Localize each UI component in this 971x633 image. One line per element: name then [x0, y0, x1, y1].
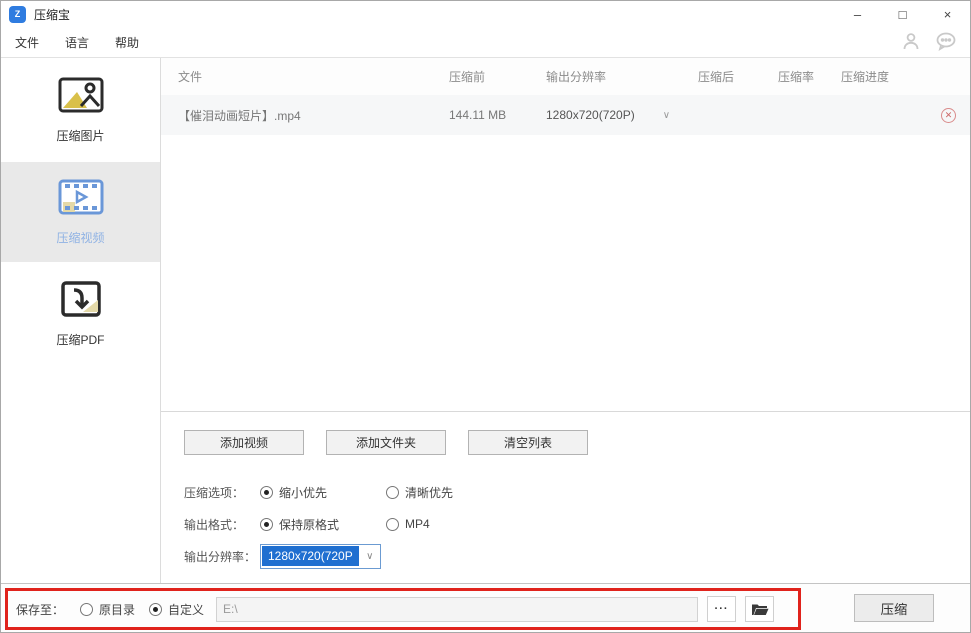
radio-mp4[interactable]: MP4	[386, 517, 430, 531]
radio-custom-directory[interactable]: 自定义	[149, 601, 204, 618]
col-header-size-before: 压缩前	[449, 68, 546, 85]
user-account-icon[interactable]	[900, 30, 922, 52]
radio-mp4-icon	[386, 518, 399, 531]
maximize-button[interactable]: □	[880, 1, 925, 27]
sidebar: 压缩图片 压缩视频	[1, 58, 161, 583]
compress-option-row: 压缩选项： 缩小优先 清晰优先	[184, 480, 970, 504]
radio-original-directory-icon	[80, 603, 93, 616]
minimize-button[interactable]: –	[835, 1, 880, 27]
compress-image-icon	[57, 76, 105, 117]
radio-keep-original-icon	[260, 518, 273, 531]
title-bar: Z 压缩宝 – □ ×	[1, 1, 970, 27]
open-folder-button[interactable]	[745, 596, 774, 622]
app-logo-icon: Z	[9, 6, 26, 23]
radio-original-directory[interactable]: 原目录	[80, 601, 135, 618]
save-path-input[interactable]	[216, 597, 698, 622]
output-resolution-select[interactable]: 1280x720(720P ∨	[260, 544, 381, 569]
sidebar-label-compress-video: 压缩视频	[56, 229, 104, 246]
window-controls: – □ ×	[835, 1, 970, 27]
radio-custom-directory-icon	[149, 603, 162, 616]
menu-bar: 文件 语言 帮助	[1, 27, 970, 58]
sidebar-item-compress-image[interactable]: 压缩图片	[1, 60, 160, 160]
col-header-size-after: 压缩后	[698, 68, 778, 85]
app-window: Z 压缩宝 – □ × 文件 语言 帮助	[0, 0, 971, 633]
file-list-empty-area	[161, 135, 970, 411]
controls-panel: 添加视频 添加文件夹 清空列表 压缩选项： 缩小优先 清晰优先	[161, 411, 970, 583]
row-resolution-value[interactable]: 1280x720(720P)	[546, 108, 635, 122]
menu-help[interactable]: 帮助	[115, 34, 139, 51]
feedback-chat-icon[interactable]	[934, 30, 958, 52]
output-resolution-selected-value: 1280x720(720P	[262, 546, 359, 566]
sidebar-item-compress-video[interactable]: 压缩视频	[1, 162, 160, 262]
compress-video-icon	[57, 178, 105, 219]
annotation-red-box: 保存至： 原目录 自定义 ···	[5, 588, 801, 630]
remove-file-icon[interactable]: ✕	[941, 108, 956, 123]
output-resolution-row: 输出分辨率： 1280x720(720P ∨	[184, 544, 970, 568]
radio-clarity-priority-icon	[386, 486, 399, 499]
sidebar-label-compress-image: 压缩图片	[56, 127, 104, 144]
output-resolution-chevron-down-icon[interactable]: ∨	[360, 551, 380, 562]
file-table-header: 文件 压缩前 输出分辨率 压缩后 压缩率 压缩进度	[161, 58, 970, 95]
col-header-progress: 压缩进度	[841, 68, 919, 85]
sidebar-item-compress-pdf[interactable]: 压缩PDF	[1, 264, 160, 364]
folder-icon	[751, 602, 769, 616]
output-resolution-label: 输出分辨率：	[184, 548, 260, 565]
output-format-label: 输出格式：	[184, 516, 260, 533]
radio-size-priority[interactable]: 缩小优先	[260, 484, 362, 501]
add-folder-button[interactable]: 添加文件夹	[326, 430, 446, 455]
compress-button[interactable]: 压缩	[854, 594, 934, 622]
save-bar: 保存至： 原目录 自定义 ··· 压缩	[1, 583, 970, 633]
file-size-before: 144.11 MB	[449, 108, 546, 122]
browse-ellipsis-button[interactable]: ···	[707, 596, 736, 622]
output-format-row: 输出格式： 保持原格式 MP4	[184, 512, 970, 536]
add-video-button[interactable]: 添加视频	[184, 430, 304, 455]
sidebar-label-compress-pdf: 压缩PDF	[56, 331, 104, 348]
table-row[interactable]: 【催泪动画短片】.mp4 144.11 MB 1280x720(720P) ∨ …	[161, 95, 970, 135]
save-to-label: 保存至：	[16, 601, 64, 618]
close-button[interactable]: ×	[925, 1, 970, 27]
menu-language[interactable]: 语言	[65, 34, 89, 51]
col-header-ratio: 压缩率	[778, 68, 841, 85]
compress-option-label: 压缩选项：	[184, 484, 260, 501]
row-resolution-chevron-down-icon[interactable]: ∨	[663, 110, 670, 121]
radio-keep-original-format[interactable]: 保持原格式	[260, 516, 362, 533]
clear-list-button[interactable]: 清空列表	[468, 430, 588, 455]
radio-size-priority-icon	[260, 486, 273, 499]
compress-pdf-icon	[59, 280, 103, 321]
col-header-resolution: 输出分辨率	[546, 68, 698, 85]
window-title: 压缩宝	[34, 6, 70, 23]
col-header-file: 文件	[161, 68, 449, 85]
radio-clarity-priority[interactable]: 清晰优先	[386, 484, 453, 501]
menu-file[interactable]: 文件	[15, 34, 39, 51]
file-name: 【催泪动画短片】.mp4	[161, 107, 449, 124]
